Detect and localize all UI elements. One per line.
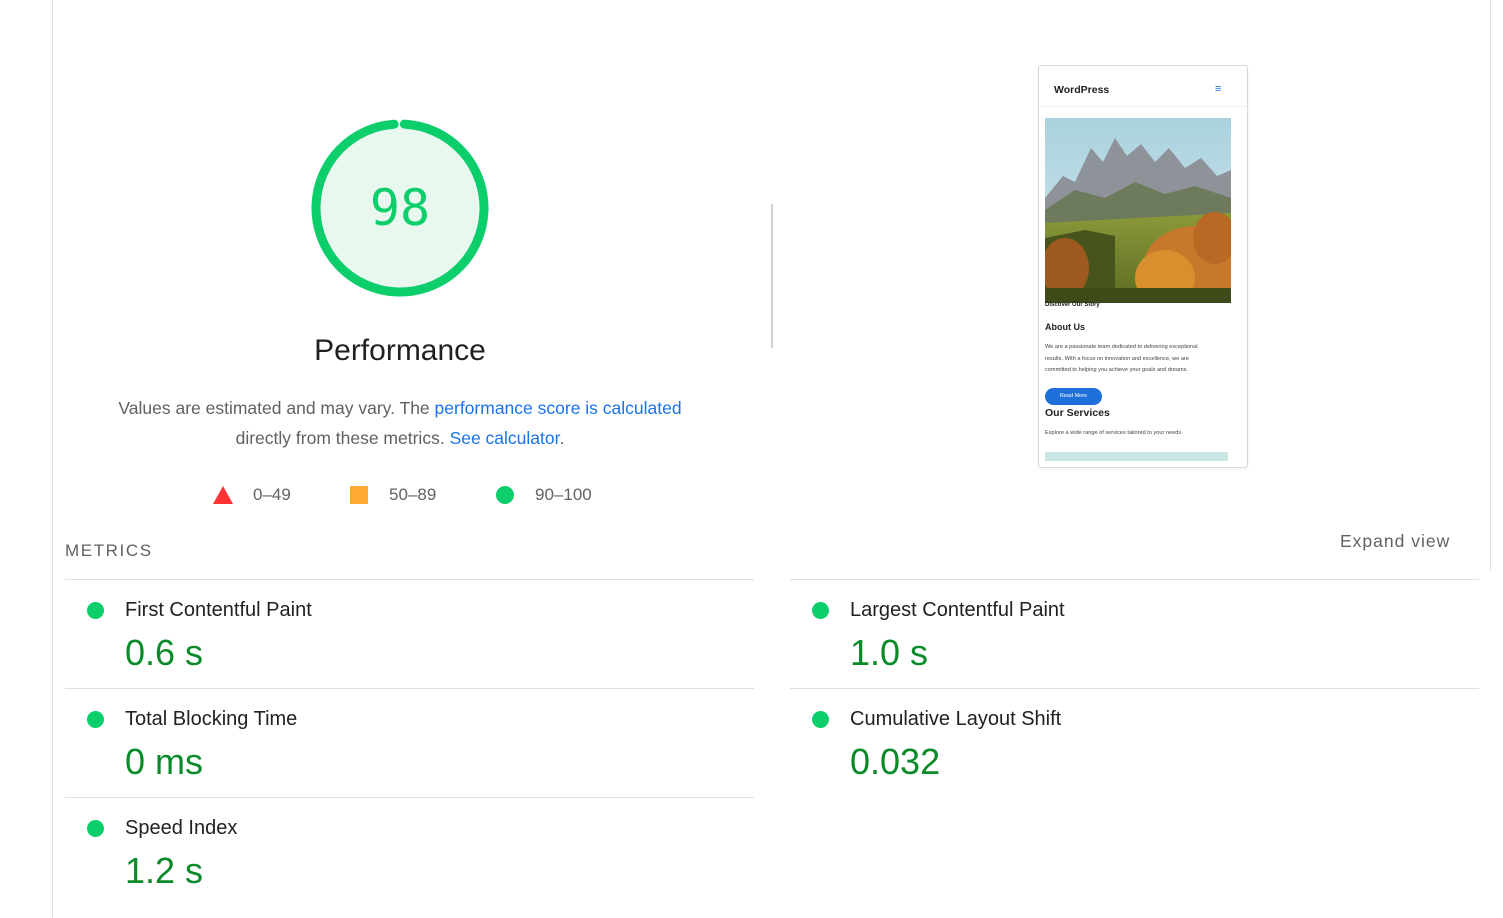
thumbnail-bottom-bar — [1045, 452, 1228, 461]
vertical-divider — [771, 204, 773, 348]
expand-view-button[interactable]: Expand view — [1340, 531, 1450, 552]
metric-value: 1.0 s — [850, 632, 929, 673]
metric-first-contentful-paint[interactable]: First Contentful Paint 0.6 s — [65, 580, 705, 680]
pass-circle-icon — [87, 602, 104, 619]
thumbnail-paragraph: We are a passionate team dedicated to de… — [1045, 342, 1237, 377]
metric-cumulative-layout-shift[interactable]: Cumulative Layout Shift 0.032 — [790, 689, 1430, 789]
pass-circle-icon — [87, 820, 104, 837]
metric-label: Largest Contentful Paint — [850, 599, 1065, 621]
triangle-icon — [213, 486, 233, 504]
thumbnail-caption: Discover Our Story — [1045, 302, 1100, 308]
thumbnail-paragraph-line: committed to helping you achieve your go… — [1045, 367, 1189, 373]
metric-value: 0 ms — [125, 741, 204, 782]
description-middle: directly from these metrics. — [235, 428, 450, 448]
thumbnail-read-more-button: Read More — [1045, 388, 1102, 405]
mountain-landscape-image — [1045, 118, 1231, 303]
score-description: Values are estimated and may vary. The p… — [90, 393, 710, 453]
pass-circle-icon — [812, 602, 829, 619]
lighthouse-report: 98 Performance Values are estimated and … — [0, 0, 1503, 918]
thumbnail-paragraph-line: We are a passionate team dedicated to de… — [1045, 344, 1198, 350]
circle-icon — [496, 486, 514, 504]
legend-average: 50–89 — [350, 482, 436, 508]
legend-pass: 90–100 — [496, 482, 592, 508]
legend-pass-label: 90–100 — [535, 485, 592, 504]
metric-label: First Contentful Paint — [125, 599, 312, 621]
score-calculated-link[interactable]: performance score is calculated — [435, 398, 682, 418]
metric-largest-contentful-paint[interactable]: Largest Contentful Paint 1.0 s — [790, 580, 1430, 680]
metrics-heading: METRICS — [65, 541, 153, 560]
thumbnail-brand: WordPress — [1054, 84, 1110, 96]
metric-total-blocking-time[interactable]: Total Blocking Time 0 ms — [65, 689, 705, 789]
metric-value: 1.2 s — [125, 850, 204, 891]
thumbnail-paragraph-services: Explore a wide range of services tailore… — [1045, 430, 1183, 436]
metric-label: Speed Index — [125, 817, 238, 839]
description-prefix: Values are estimated and may vary. The — [118, 398, 435, 418]
thumbnail-heading-services: Our Services — [1045, 407, 1110, 419]
landscape-image — [1045, 118, 1231, 303]
gauge-score: 98 — [369, 179, 431, 237]
see-calculator-link[interactable]: See calculator — [450, 428, 560, 448]
metric-label: Total Blocking Time — [125, 708, 298, 730]
metric-value: 0.6 s — [125, 632, 204, 673]
square-icon — [350, 486, 368, 504]
frame-border-right — [1490, 0, 1491, 570]
metric-speed-index[interactable]: Speed Index 1.2 s — [65, 798, 705, 898]
final-screenshot-thumbnail[interactable]: WordPress ≡ Discover Our Story About Us … — [1038, 65, 1248, 468]
performance-gauge[interactable]: 98 — [310, 118, 490, 298]
score-legend: 0–49 50–89 90–100 — [0, 482, 800, 508]
legend-average-label: 50–89 — [389, 485, 437, 504]
thumbnail-paragraph-line: results. With a focus on innovation and … — [1045, 355, 1189, 362]
thumbnail-heading: About Us — [1045, 322, 1085, 332]
gauge-title: Performance — [314, 334, 486, 367]
thumbnail-header: WordPress ≡ — [1039, 66, 1247, 107]
pass-circle-icon — [812, 711, 829, 728]
pass-circle-icon — [87, 711, 104, 728]
frame-border-left — [52, 0, 53, 918]
legend-fail: 0–49 — [213, 482, 291, 508]
description-suffix: . — [559, 428, 565, 448]
legend-fail-label: 0–49 — [253, 485, 291, 504]
metric-value: 0.032 — [850, 741, 941, 782]
hamburger-icon: ≡ — [1215, 83, 1222, 95]
metric-label: Cumulative Layout Shift — [850, 708, 1062, 730]
